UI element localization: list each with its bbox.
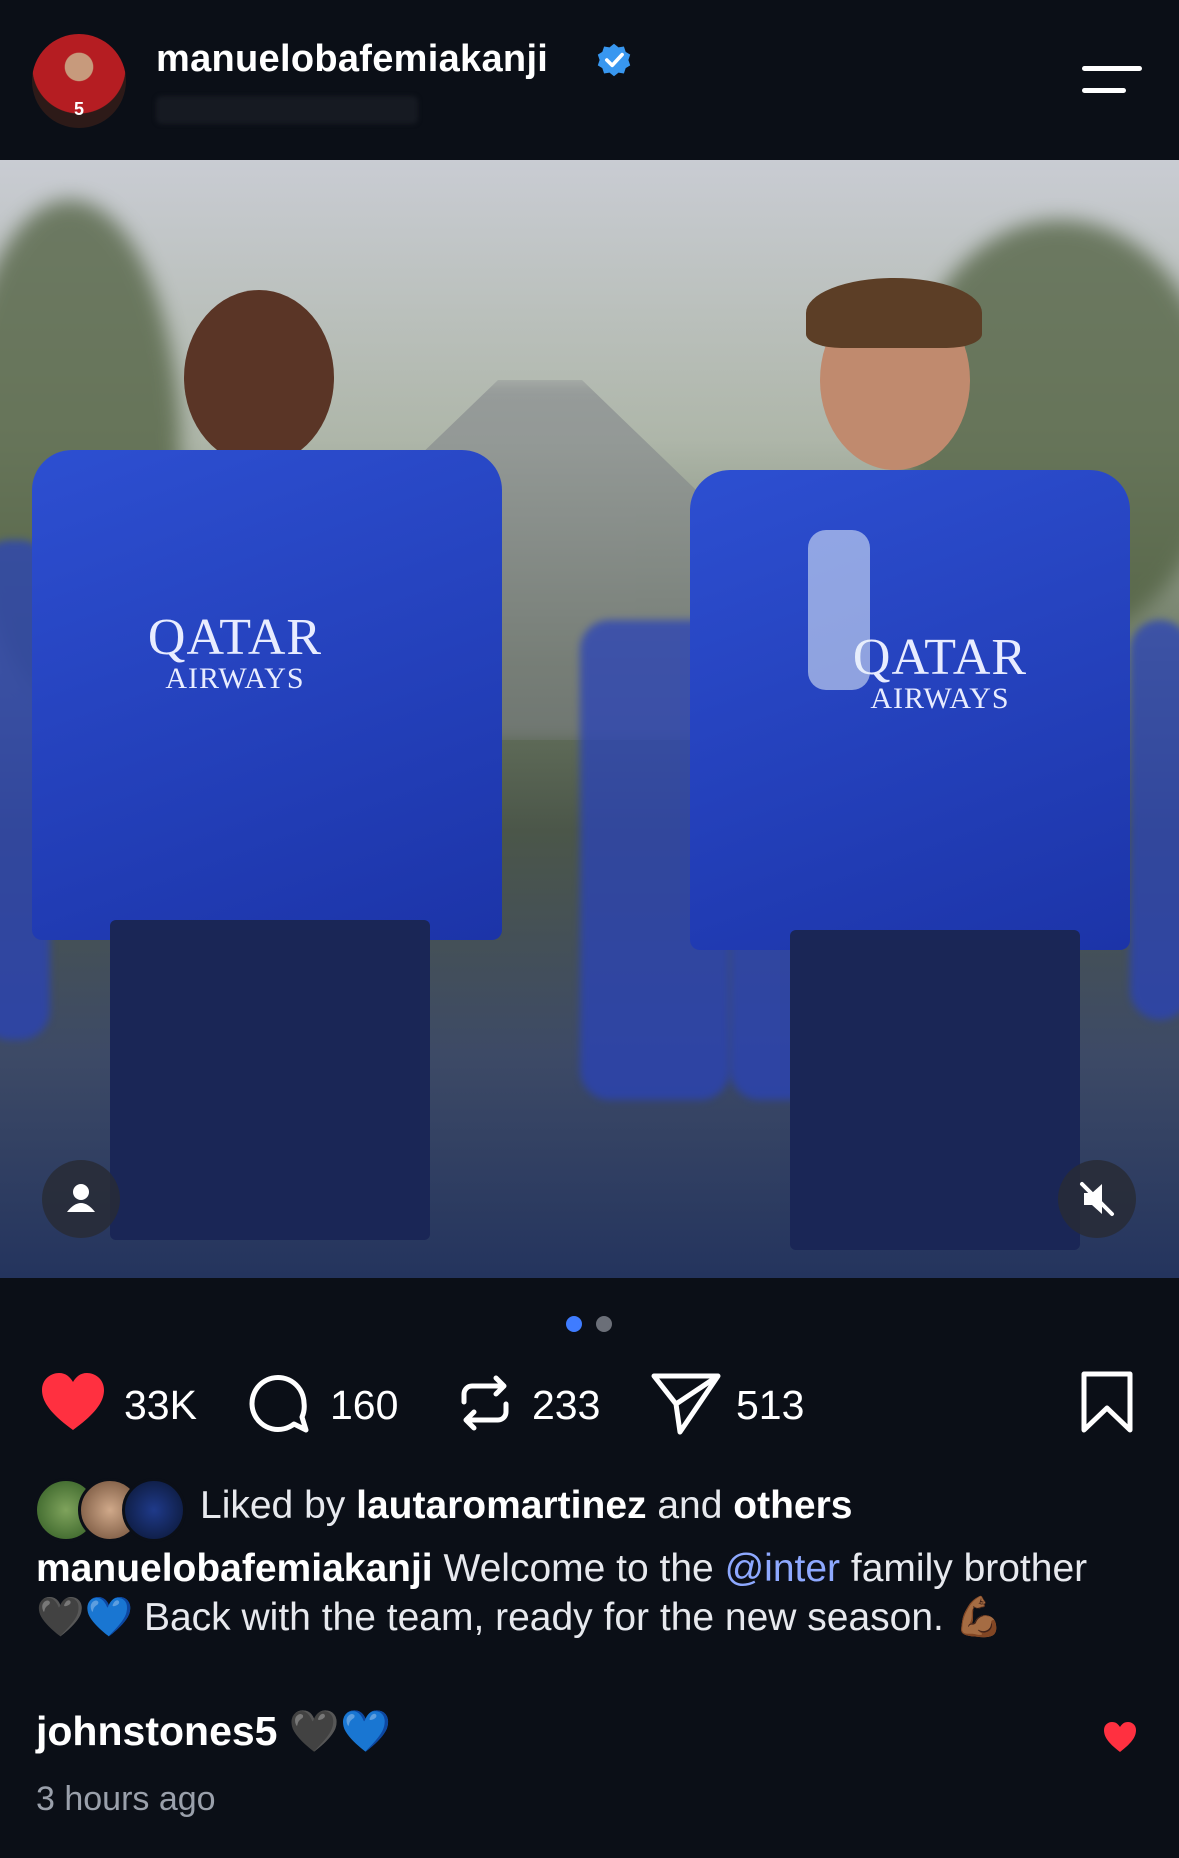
repost-icon [461,1375,509,1431]
liked-by-text: Liked by lautaromartinez and others [200,1484,853,1527]
save-button[interactable] [1078,1368,1136,1442]
liker-avatar-3 [122,1478,186,1542]
menu-icon[interactable] [1082,62,1142,98]
comment-text: 🖤💙 [288,1708,391,1754]
send-paper-plane-icon [651,1373,721,1435]
tagged-people-button[interactable] [42,1160,120,1238]
blurred-subtitle [156,96,418,124]
carousel-dot-active[interactable] [566,1316,582,1332]
repost-count: 233 [532,1382,601,1428]
sponsor-logo-right: QATAR AIRWAYS [852,629,1028,715]
liked-by-user[interactable]: lautaromartinez [356,1484,646,1527]
comment-username[interactable]: johnstones5 [36,1708,277,1754]
sponsor-logo-left: QATAR AIRWAYS [147,609,323,695]
top-comment: johnstones5 🖤💙 [36,1708,391,1756]
water-bottle [808,530,870,690]
header-username[interactable]: manuelobafemiakanji [156,38,548,81]
speaker-muted-icon [1080,1182,1114,1216]
carousel-dot[interactable] [596,1316,612,1332]
avatar-jersey-number: 5 [73,99,84,119]
share-button[interactable] [650,1368,722,1442]
post-caption: manuelobafemiakanji Welcome to the @inte… [36,1547,1088,1639]
comment-button[interactable] [244,1368,314,1442]
like-button[interactable] [38,1368,108,1442]
post-timestamp: 3 hours ago [36,1780,216,1818]
post-image[interactable]: QATAR AIRWAYS QATAR AIRWAYS [0,160,1179,1278]
comment-heart-icon[interactable] [1102,1720,1138,1754]
comment-count: 160 [330,1382,399,1428]
person-icon [67,1184,95,1212]
post-header: 5 manuelobafemiakanji [0,0,1179,160]
action-bar: 33K 160 233 513 [0,1368,1179,1448]
mute-button[interactable] [1058,1160,1136,1238]
caption-username[interactable]: manuelobafemiakanji [36,1547,433,1590]
like-count: 33K [124,1382,197,1428]
verified-badge-icon [597,43,631,77]
heart-filled-icon [42,1373,104,1430]
mention-inter[interactable]: @inter [725,1547,840,1590]
liked-by-row[interactable]: Liked by lautaromartinez and others [34,1474,1134,1542]
comment-bubble-icon [249,1375,309,1433]
share-count: 513 [736,1382,805,1428]
profile-avatar[interactable]: 5 [32,34,126,128]
bookmark-icon [1081,1371,1133,1433]
liked-by-others[interactable]: others [733,1484,852,1527]
repost-button[interactable] [450,1368,520,1442]
